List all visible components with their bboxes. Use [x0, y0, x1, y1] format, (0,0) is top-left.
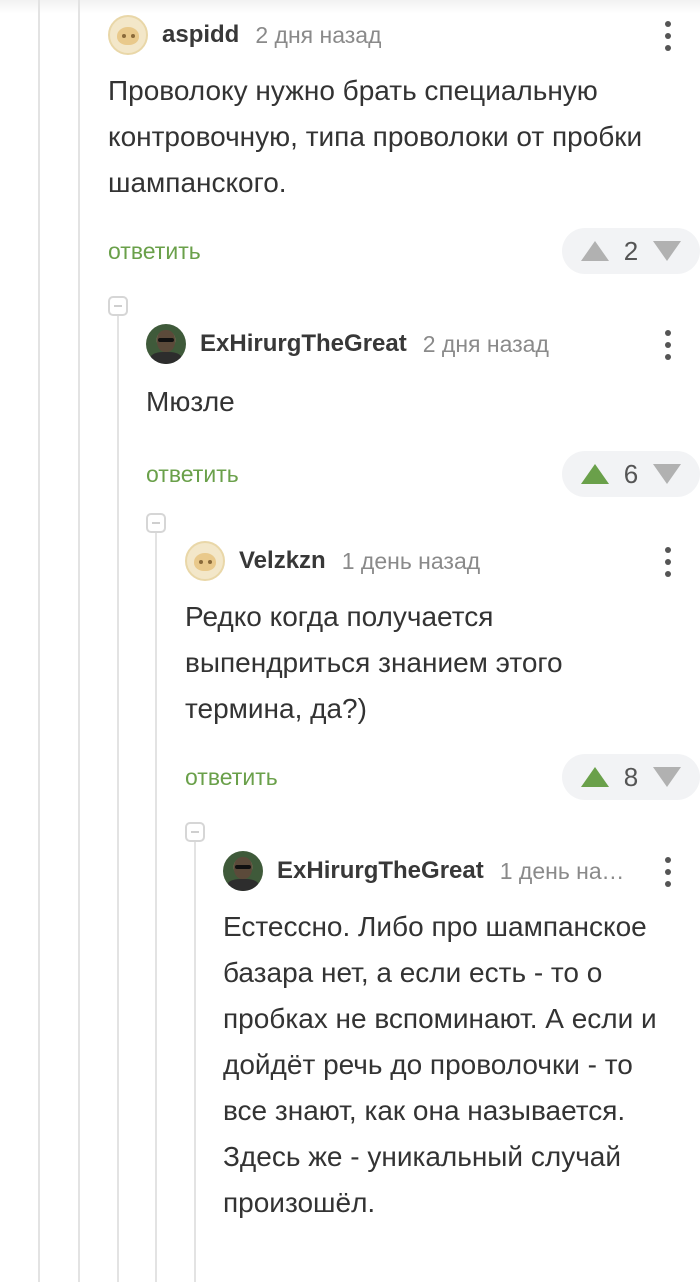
upvote-icon[interactable] [581, 241, 609, 261]
timestamp[interactable]: 2 дня назад [423, 331, 549, 358]
comment-text: Редко когда получается выпендриться знан… [185, 601, 563, 724]
downvote-icon[interactable] [653, 767, 681, 787]
comment-actions: ответить 2 [108, 228, 700, 276]
reply-link[interactable]: ответить [185, 764, 278, 791]
username[interactable]: aspidd [162, 21, 239, 49]
eye-icon [199, 560, 203, 564]
comment-header: ExHirurgTheGreat 2 дня назад [146, 323, 672, 365]
vote-widget: 6 [562, 451, 700, 497]
username[interactable]: Velzkzn [239, 547, 326, 575]
reply-link[interactable]: ответить [146, 461, 239, 488]
downvote-icon[interactable] [653, 241, 681, 261]
more-options-icon[interactable] [656, 20, 680, 52]
shoulders-icon [227, 879, 259, 891]
comment-header: aspidd 2 дня назад [108, 14, 672, 56]
avatar[interactable] [223, 851, 263, 891]
thread-line-5 [194, 842, 196, 1282]
avatar[interactable] [108, 15, 148, 55]
comment-header: ExHirurgTheGreat 1 день назад [223, 850, 672, 892]
more-options-icon[interactable] [656, 856, 680, 888]
vote-widget: 8 [562, 754, 700, 800]
collapse-button[interactable] [146, 513, 166, 533]
username[interactable]: ExHirurgTheGreat [277, 857, 484, 885]
timestamp[interactable]: 1 день назад [342, 548, 480, 575]
comment: ExHirurgTheGreat 2 дня назад Мюзле ответ… [146, 323, 700, 499]
comment-text: Естессно. Либо про шампанское базара нет… [223, 911, 657, 1218]
doge-face-icon [194, 553, 216, 571]
glasses-icon [235, 865, 251, 869]
comment-actions: ответить 6 [146, 451, 700, 499]
upvote-icon[interactable] [581, 767, 609, 787]
thread-line-3 [117, 316, 119, 1282]
timestamp[interactable]: 2 дня назад [255, 22, 381, 49]
doge-face-icon [117, 27, 139, 45]
shoulders-icon [150, 352, 182, 364]
comment-actions: ответить 8 [185, 754, 700, 802]
thread-line-1 [38, 0, 40, 1282]
eye-icon [131, 34, 135, 38]
comment-text: Мюзле [146, 386, 235, 417]
comment: aspidd 2 дня назад Проволоку нужно брать… [108, 14, 700, 276]
eye-icon [122, 34, 126, 38]
comment-header: Velzkzn 1 день назад [185, 540, 672, 582]
collapse-button[interactable] [108, 296, 128, 316]
thread-line-2 [78, 0, 80, 1282]
rating-score: 2 [623, 235, 639, 266]
timestamp[interactable]: 1 день назад [500, 858, 628, 885]
avatar[interactable] [185, 541, 225, 581]
downvote-icon[interactable] [653, 464, 681, 484]
rating-score: 6 [623, 458, 639, 489]
top-fade [0, 0, 700, 14]
collapse-button[interactable] [185, 822, 205, 842]
upvote-icon[interactable] [581, 464, 609, 484]
vote-widget: 2 [562, 228, 700, 274]
rating-score: 8 [623, 761, 639, 792]
thread-line-4 [155, 533, 157, 1282]
comment: Velzkzn 1 день назад Редко когда получае… [185, 540, 700, 802]
reply-link[interactable]: ответить [108, 238, 201, 265]
comment-text: Проволоку нужно брать специальную контро… [108, 75, 643, 198]
avatar[interactable] [146, 324, 186, 364]
glasses-icon [158, 338, 174, 342]
eye-icon [208, 560, 212, 564]
comment: ExHirurgTheGreat 1 день назад Естессно. … [223, 850, 672, 1226]
username[interactable]: ExHirurgTheGreat [200, 330, 407, 358]
more-options-icon[interactable] [656, 329, 680, 361]
more-options-icon[interactable] [656, 546, 680, 578]
